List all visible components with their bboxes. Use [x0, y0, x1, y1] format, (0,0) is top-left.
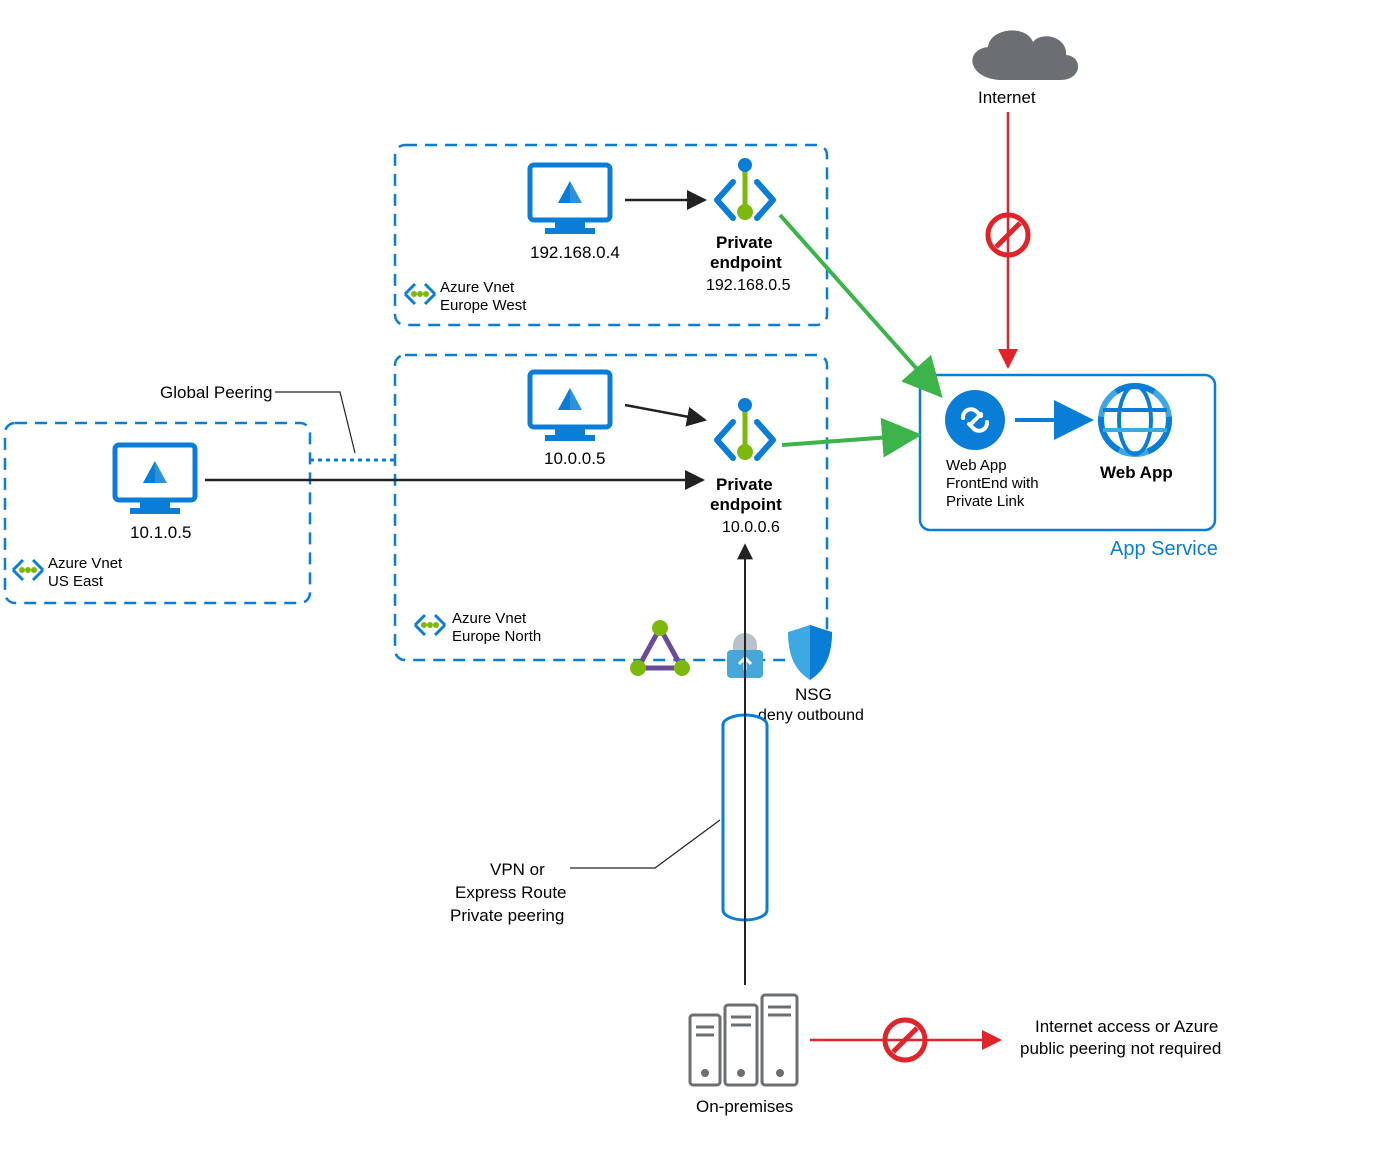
onprem-label: On-premises: [696, 1097, 793, 1116]
vm-eurowest-ip: 192.168.0.4: [530, 243, 620, 262]
private-endpoint-icon: [717, 398, 773, 460]
private-endpoint-icon: [717, 158, 773, 220]
private-link-icon: [945, 390, 1005, 450]
vnet-eurowest-label-2: Europe West: [440, 297, 527, 314]
web-app-icon: [1101, 386, 1169, 454]
vpn-label-3: Private peering: [450, 906, 564, 925]
vpn-label-1: VPN or: [490, 860, 545, 879]
vm-icon: [115, 445, 195, 514]
cloud-icon: [972, 30, 1078, 80]
vnet-euronorth-label-1: Azure Vnet: [452, 610, 527, 627]
vnet-useast-label-1: Azure Vnet: [48, 555, 123, 572]
vnet-useast-label-2: US East: [48, 573, 104, 590]
gateway-triangle-icon: [630, 620, 690, 676]
internet-label: Internet: [978, 88, 1036, 107]
global-peering-label: Global Peering: [160, 383, 272, 402]
vpn-label-2: Express Route: [455, 883, 567, 902]
no-internet-2: public peering not required: [1020, 1039, 1221, 1058]
vm-euronorth-ip: 10.0.0.5: [544, 449, 605, 468]
vnet-eurowest-label-1: Azure Vnet: [440, 279, 515, 296]
nsg-label: NSG: [795, 685, 832, 704]
vnet-icon: [13, 560, 43, 580]
vm-icon: [530, 165, 610, 234]
frontend-label-2: FrontEnd with: [946, 475, 1039, 492]
pe-euronorth-title-2: endpoint: [710, 495, 782, 514]
vm-icon: [530, 372, 610, 441]
frontend-label-1: Web App: [946, 457, 1007, 474]
diagram-canvas: Internet App Service Web App FrontEnd wi…: [0, 0, 1387, 1172]
pe-euronorth-ip: 10.0.0.6: [722, 519, 780, 536]
nsg-sub: deny outbound: [758, 707, 864, 724]
no-internet-1: Internet access or Azure: [1035, 1017, 1218, 1036]
pe-euronorth-title-1: Private: [716, 475, 773, 494]
pe-eurowest-title-1: Private: [716, 233, 773, 252]
shield-icon: [788, 625, 832, 680]
pe-eurowest-title-2: endpoint: [710, 253, 782, 272]
arrow-pe-euronorth-frontend: [782, 435, 918, 445]
leader-line: [570, 820, 720, 868]
frontend-label-3: Private Link: [946, 493, 1025, 510]
app-service-label: App Service: [1110, 538, 1218, 560]
vnet-icon: [405, 284, 435, 304]
arrow-pe-eurowest-frontend: [780, 215, 940, 395]
arrow-vm-pe-euronorth: [625, 405, 705, 420]
webapp-label: Web App: [1100, 463, 1173, 482]
vm-useast-ip: 10.1.0.5: [130, 523, 191, 542]
pe-eurowest-ip: 192.168.0.5: [706, 277, 791, 294]
servers-icon: [690, 995, 797, 1085]
vnet-euronorth-label-2: Europe North: [452, 628, 541, 645]
vnet-icon: [415, 615, 445, 635]
